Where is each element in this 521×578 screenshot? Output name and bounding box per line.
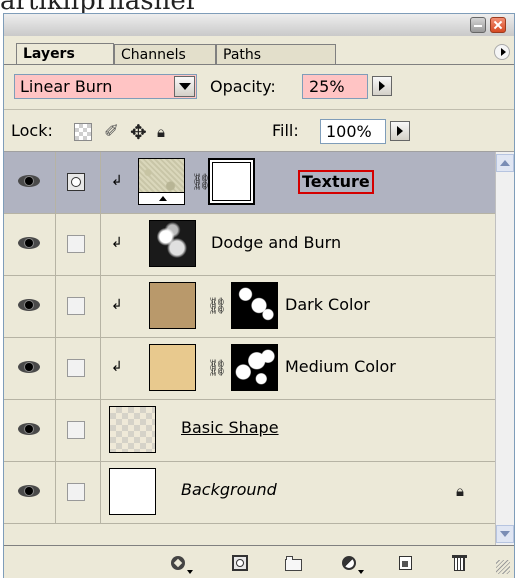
layer-row-medium-color[interactable]: ↲ ⛓ Medium Color: [4, 338, 495, 400]
layer-main[interactable]: Basic Shape: [101, 400, 495, 461]
layer-main[interactable]: Background 🔒︎: [101, 462, 495, 523]
layer-name[interactable]: Texture: [298, 170, 374, 194]
lock-transparency-icon[interactable]: [74, 123, 92, 141]
adjustment-layer-icon[interactable]: [340, 554, 364, 574]
eye-icon[interactable]: [18, 361, 40, 373]
link-box[interactable]: [67, 359, 85, 377]
visibility-cell[interactable]: [4, 276, 56, 337]
layer-mask-indicator-icon[interactable]: [67, 173, 85, 191]
layer-mask-thumbnail[interactable]: [208, 158, 255, 205]
layer-main[interactable]: ↲ ⛓ Medium Color: [101, 338, 495, 399]
new-group-icon[interactable]: [284, 554, 304, 572]
color-fill-thumbnail[interactable]: [149, 344, 196, 391]
eye-icon[interactable]: [18, 423, 40, 435]
blend-opacity-row: Linear Burn Opacity: 25%: [4, 65, 514, 109]
minimize-icon[interactable]: [470, 17, 486, 33]
blend-mode-select[interactable]: Linear Burn: [14, 74, 197, 99]
visibility-cell[interactable]: [4, 462, 56, 523]
resize-grip-icon[interactable]: [496, 560, 510, 574]
fill-label: Fill:: [272, 121, 299, 140]
layer-mask-thumbnail[interactable]: [231, 282, 278, 329]
chain-link-icon[interactable]: ⛓: [207, 296, 227, 315]
close-icon[interactable]: [490, 17, 506, 33]
lock-position-move-icon[interactable]: ✥: [130, 122, 148, 142]
layer-name[interactable]: Dodge and Burn: [211, 233, 341, 252]
layer-thumbnail[interactable]: [138, 158, 185, 205]
opacity-label: Opacity:: [210, 77, 276, 96]
clipping-arrow-icon: ↲: [111, 173, 123, 189]
lock-fill-row: Lock: ✐ ✥ 🔒︎ Fill: 100%: [4, 110, 514, 152]
link-cell[interactable]: [56, 214, 101, 275]
eye-icon[interactable]: [18, 175, 40, 187]
layer-style-icon[interactable]: [169, 554, 193, 574]
layer-main[interactable]: ↲ ⛓ Texture: [101, 152, 495, 213]
link-box[interactable]: [67, 235, 85, 253]
panel-bottom-toolbar: [4, 545, 514, 578]
layer-row-dark-color[interactable]: ↲ ⛓ Dark Color: [4, 276, 495, 338]
link-cell[interactable]: [56, 276, 101, 337]
new-layer-icon[interactable]: [396, 554, 416, 572]
blend-mode-value: Linear Burn: [20, 77, 113, 96]
clipping-arrow-icon: ↲: [111, 297, 123, 313]
layers-panel: Layers Channels Paths Linear Burn Opacit…: [3, 13, 515, 578]
tab-layers[interactable]: Layers: [16, 43, 114, 64]
link-box[interactable]: [67, 421, 85, 439]
layer-main[interactable]: ↲ ⛓ Dark Color: [101, 276, 495, 337]
link-box[interactable]: [67, 483, 85, 501]
panel-tabbar: Layers Channels Paths: [4, 36, 514, 65]
link-cell[interactable]: [56, 152, 101, 213]
link-box[interactable]: [67, 297, 85, 315]
delete-layer-icon[interactable]: [450, 554, 470, 572]
layer-name[interactable]: Basic Shape: [181, 418, 279, 437]
chain-link-icon[interactable]: ⛓: [207, 358, 227, 377]
visibility-cell[interactable]: [4, 338, 56, 399]
link-cell[interactable]: [56, 462, 101, 523]
visibility-cell[interactable]: [4, 214, 56, 275]
clipping-arrow-icon: ↲: [111, 235, 123, 251]
scroll-up-icon[interactable]: [496, 154, 514, 172]
eye-icon[interactable]: [18, 299, 40, 311]
fill-field[interactable]: 100%: [320, 119, 386, 144]
layer-row-texture[interactable]: ↲ ⛓ Texture: [4, 152, 495, 214]
layer-thumbnail[interactable]: [149, 220, 196, 267]
tab-channels[interactable]: Channels: [114, 44, 216, 64]
eye-icon[interactable]: [18, 485, 40, 497]
chevron-down-icon[interactable]: [174, 76, 195, 97]
layers-scrollbar[interactable]: [495, 152, 514, 545]
link-cell[interactable]: [56, 338, 101, 399]
lock-all-padlock-icon[interactable]: 🔒︎: [157, 123, 175, 141]
dropdown-arrow-icon: [358, 570, 364, 574]
add-mask-icon[interactable]: [231, 554, 251, 572]
layer-row-background[interactable]: Background 🔒︎: [4, 462, 495, 524]
layer-name[interactable]: Background: [181, 480, 277, 499]
layer-row-basic-shape[interactable]: Basic Shape: [4, 400, 495, 462]
tab-paths[interactable]: Paths: [216, 44, 336, 64]
visibility-cell[interactable]: [4, 400, 56, 461]
lock-pixels-brush-icon[interactable]: ✐: [104, 123, 122, 141]
layer-name[interactable]: Dark Color: [285, 295, 370, 314]
opacity-slider-button[interactable]: [372, 76, 392, 96]
lock-label: Lock:: [11, 121, 53, 140]
dropdown-arrow-icon: [187, 570, 193, 574]
fill-slider-button[interactable]: [390, 121, 410, 141]
clipping-arrow-icon: ↲: [111, 359, 123, 375]
color-fill-thumbnail[interactable]: [149, 282, 196, 329]
panel-titlebar: [4, 14, 514, 37]
opacity-field[interactable]: 25%: [302, 74, 368, 99]
layer-main[interactable]: ↲ Dodge and Burn: [101, 214, 495, 275]
layer-thumbnail[interactable]: [109, 468, 156, 515]
layer-thumbnail[interactable]: [109, 406, 156, 453]
lock-icon: 🔒︎: [456, 482, 464, 500]
link-cell[interactable]: [56, 400, 101, 461]
eye-icon[interactable]: [18, 237, 40, 249]
panel-menu-icon[interactable]: [494, 44, 510, 60]
layer-name[interactable]: Medium Color: [285, 357, 396, 376]
visibility-cell[interactable]: [4, 152, 56, 213]
layer-mask-thumbnail[interactable]: [231, 344, 278, 391]
layer-row-dodge-and-burn[interactable]: ↲ Dodge and Burn: [4, 214, 495, 276]
scroll-down-icon[interactable]: [496, 525, 514, 543]
layers-list: ↲ ⛓ Texture ↲ Dodge and Burn ↲ ⛓ Dark Co…: [4, 152, 495, 545]
